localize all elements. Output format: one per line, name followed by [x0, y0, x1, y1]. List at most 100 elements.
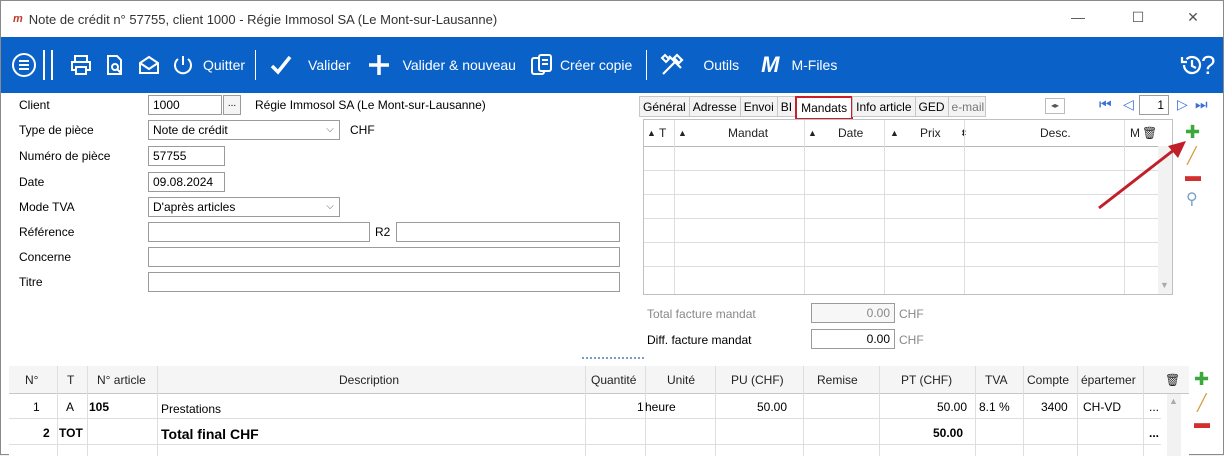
toolbar-separator: [51, 50, 53, 80]
col-description[interactable]: Description: [339, 366, 399, 394]
r2-field[interactable]: [396, 222, 620, 242]
plus-icon[interactable]: [367, 45, 391, 85]
grid-line: [644, 218, 1159, 219]
titre-label: Titre: [19, 275, 43, 289]
col-departement[interactable]: épartemer: [1081, 366, 1136, 394]
tools-icon[interactable]: [659, 45, 685, 85]
page-number-field[interactable]: 1: [1139, 95, 1169, 115]
col-t[interactable]: T: [67, 366, 74, 394]
previous-page-icon[interactable]: ◁: [1123, 96, 1134, 113]
grid-line: [975, 366, 976, 456]
print-icon[interactable]: [69, 45, 93, 85]
mandats-col-desc[interactable]: Desc.: [1040, 120, 1071, 146]
first-page-icon[interactable]: ⏮: [1099, 96, 1112, 113]
scroll-up-icon[interactable]: ▲: [1169, 396, 1178, 406]
grid-line: [644, 266, 1159, 267]
number-field[interactable]: 57755: [148, 146, 225, 166]
tab-bi[interactable]: BI: [776, 96, 797, 117]
close-button[interactable]: ✕: [1183, 9, 1203, 29]
row-more-button[interactable]: ...: [1149, 423, 1159, 443]
preview-icon[interactable]: [103, 45, 127, 85]
sort-icon[interactable]: ▲: [678, 120, 687, 146]
col-tva[interactable]: TVA: [985, 366, 1007, 394]
grid-line: [57, 366, 58, 456]
grid-line: [804, 120, 805, 294]
copy-icon[interactable]: [530, 45, 554, 85]
check-icon[interactable]: [268, 45, 294, 85]
help-icon[interactable]: ?: [1201, 45, 1215, 85]
last-page-icon[interactable]: ⏭: [1195, 96, 1208, 113]
row-more-button[interactable]: ...: [1149, 397, 1159, 417]
add-line-icon[interactable]: ✚: [1194, 369, 1209, 390]
date-label: Date: [19, 175, 45, 189]
sort-icon[interactable]: ▲: [808, 120, 817, 146]
tab-bar: Général Adresse Envoi BI Mandats Info ar…: [639, 96, 986, 120]
mandats-col-date[interactable]: Date: [838, 120, 863, 146]
row-pt: 50.00: [937, 400, 968, 414]
trash-icon[interactable]: 🗑: [1165, 366, 1180, 394]
titre-field[interactable]: [148, 272, 620, 292]
row-pt: 50.00: [933, 426, 964, 440]
scroll-down-icon[interactable]: ▼: [1160, 280, 1169, 290]
grid-line: [884, 120, 885, 294]
diff-mandat-label: Diff. facture mandat: [647, 333, 752, 347]
type-select[interactable]: Note de crédit ⌵: [148, 120, 340, 140]
tab-email[interactable]: e-mail: [947, 96, 986, 117]
window-title: Note de crédit n° 57755, client 1000 - R…: [28, 11, 498, 27]
mandats-col-t[interactable]: T: [659, 120, 666, 146]
splitter-handle[interactable]: [582, 357, 644, 361]
col-article[interactable]: N° article: [97, 366, 146, 394]
total-mandat-label: Total facture mandat: [647, 307, 756, 321]
edit-line-icon[interactable]: ╱: [1197, 393, 1207, 413]
minimize-button[interactable]: —: [1068, 9, 1088, 29]
tva-label: Mode TVA: [19, 200, 75, 214]
col-remise[interactable]: Remise: [817, 366, 858, 394]
grid-line: [157, 366, 158, 456]
mail-icon[interactable]: [137, 45, 161, 85]
quit-button[interactable]: Quitter: [203, 57, 245, 73]
client-field[interactable]: 1000: [148, 95, 222, 115]
tva-select[interactable]: D'après articles ⌵: [148, 197, 340, 217]
concerne-field[interactable]: [148, 247, 620, 267]
col-pu[interactable]: PU (CHF): [731, 366, 784, 394]
next-page-icon[interactable]: ▷: [1177, 96, 1188, 113]
col-pt[interactable]: PT (CHF): [901, 366, 952, 394]
reference-label: Référence: [19, 225, 75, 239]
sort-icon[interactable]: ▲: [647, 120, 656, 146]
delete-line-icon[interactable]: ▬: [1194, 415, 1210, 433]
grid-line: [644, 170, 1159, 171]
tab-mandats[interactable]: Mandats: [795, 96, 854, 120]
mandats-col-prix[interactable]: Prix: [920, 120, 941, 146]
tab-scroll-buttons[interactable]: ◂▸: [1045, 98, 1065, 114]
sort-icon[interactable]: ▲: [890, 120, 899, 146]
mandats-col-mandat[interactable]: Mandat: [728, 120, 768, 146]
tva-value: D'après articles: [153, 200, 236, 214]
tools-button[interactable]: Outils: [703, 57, 739, 73]
col-compte[interactable]: Compte: [1027, 366, 1069, 394]
currency-label: CHF: [350, 123, 375, 137]
tab-ged[interactable]: GED: [914, 96, 949, 117]
maximize-button[interactable]: ☐: [1128, 9, 1148, 29]
row-unit: heure: [645, 400, 676, 414]
tab-info-article[interactable]: Info article: [852, 96, 916, 117]
m-files-button[interactable]: M-Files: [791, 57, 837, 73]
tab-general[interactable]: Général: [639, 96, 690, 117]
client-lookup-button[interactable]: ...: [223, 95, 241, 115]
tab-adresse[interactable]: Adresse: [688, 96, 741, 117]
col-n[interactable]: N°: [25, 366, 38, 394]
row-t: A: [66, 400, 75, 414]
tab-envoi[interactable]: Envoi: [739, 96, 778, 117]
create-copy-button[interactable]: Créer copie: [560, 57, 632, 73]
m-files-icon[interactable]: M: [761, 45, 779, 85]
date-field[interactable]: 09.08.2024: [148, 172, 225, 192]
col-unite[interactable]: Unité: [667, 366, 695, 394]
reference-field[interactable]: [148, 222, 370, 242]
type-label: Type de pièce: [19, 123, 94, 137]
menu-icon[interactable]: [11, 45, 37, 85]
power-icon[interactable]: [171, 45, 195, 85]
col-quantite[interactable]: Quantité: [591, 366, 636, 394]
validate-new-button[interactable]: Valider & nouveau: [403, 57, 516, 73]
total-mandat-currency: CHF: [899, 307, 924, 321]
row-tva: 8.1 %: [979, 400, 1010, 414]
validate-button[interactable]: Valider: [308, 57, 351, 73]
